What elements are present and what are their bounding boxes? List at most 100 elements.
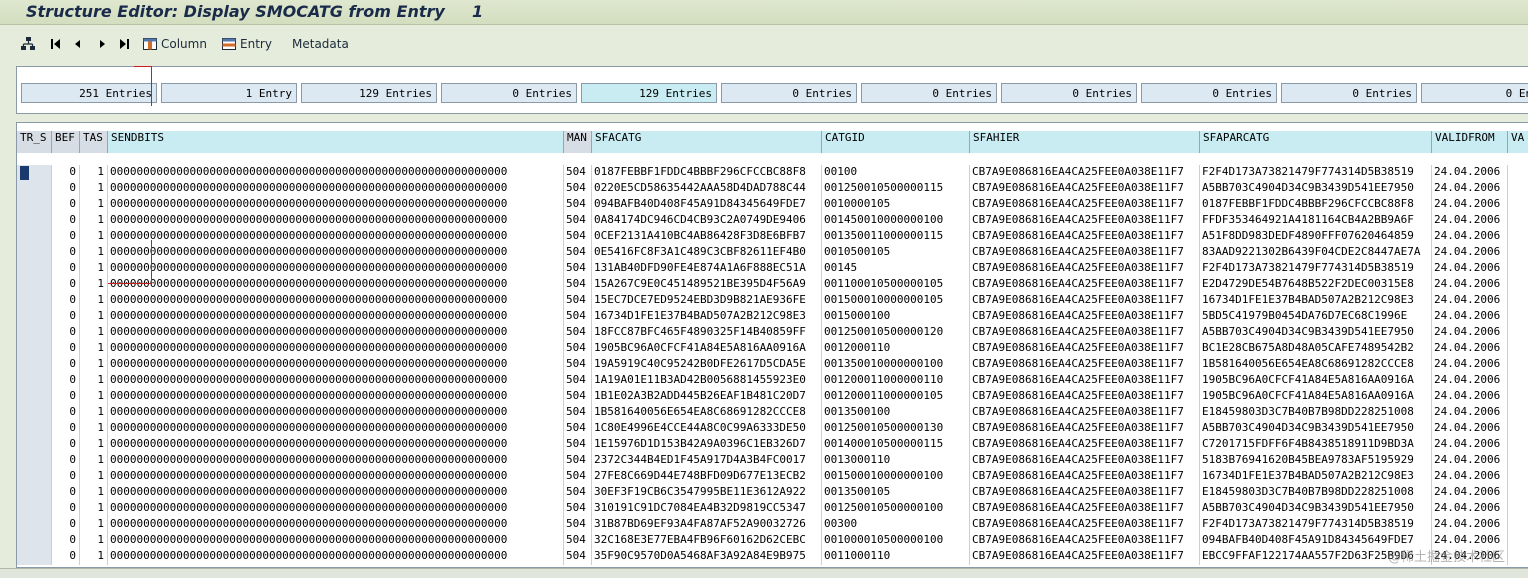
sfaparcatg-cell: A5BB703C4904D34C9B3439D541EE7950 [1200,181,1432,197]
column-button[interactable]: Column [142,34,207,54]
entry-count-cell[interactable]: 0 Entries [721,83,857,103]
row-selector[interactable] [17,405,52,421]
row-selector[interactable] [17,373,52,389]
hierarchy-icon [21,37,35,50]
row-selector[interactable] [17,309,52,325]
sfacatg-cell: 1E15976D1D153B42A9A0396C1EB326D7 [592,437,822,453]
table-row[interactable]: 0 1 00000000000000000000000000000000000000… [17,453,1528,469]
column-header[interactable]: SFAPARCATG [1200,131,1432,153]
entry-count-cell[interactable]: 0 Entries [1281,83,1417,103]
table-row[interactable]: 0 1 00000000000000000000000000000000000000… [17,389,1528,405]
column-header[interactable]: SFACATG [592,131,822,153]
table-row[interactable]: 0 1 00000000000000000000000000000000000000… [17,373,1528,389]
sfaparcatg-cell: 1905BC96A0CFCF41A84E5A816AA0916A [1200,373,1432,389]
table-row[interactable]: 0 1 00000000000000000000000000000000000000… [17,501,1528,517]
sendbits-cell: 0000000000000000000000000000000000000000… [108,501,564,517]
catgid-cell: 001250010500000100 [822,501,970,517]
column-header[interactable]: TAS [80,131,108,153]
row-selector[interactable] [17,549,52,565]
column-header[interactable]: SENDBITS [108,131,564,153]
sfaparcatg-cell: F2F4D173A73821479F774314D5B38519 [1200,261,1432,277]
sendbits-cell: 0000000000000000000000000000000000000000… [108,165,564,181]
row-selector[interactable] [17,165,52,181]
sfaparcatg-cell: E18459803D3C7B40B7B98DD228251008 [1200,405,1432,421]
row-selector[interactable] [17,293,52,309]
metadata-button[interactable]: Metadata [292,34,349,54]
table-row[interactable]: 0 1 00000000000000000000000000000000000000… [17,533,1528,549]
tas-cell: 1 [80,261,108,277]
table-row[interactable]: 0 1 00000000000000000000000000000000000000… [17,229,1528,245]
table-row[interactable]: 0 1 00000000000000000000000000000000000000… [17,293,1528,309]
table-row[interactable]: 0 1 00000000000000000000000000000000000000… [17,165,1528,181]
row-selector[interactable] [17,485,52,501]
table-row[interactable]: 0 1 00000000000000000000000000000000000000… [17,277,1528,293]
row-selector[interactable] [17,533,52,549]
row-selector[interactable] [17,357,52,373]
row-selector[interactable] [17,389,52,405]
table-row[interactable]: 0 1 00000000000000000000000000000000000000… [17,341,1528,357]
row-selector[interactable] [17,453,52,469]
table-row[interactable]: 0 1 00000000000000000000000000000000000000… [17,245,1528,261]
row-selector[interactable] [17,325,52,341]
row-selector[interactable] [17,501,52,517]
entry-count-cell[interactable]: 0 Entries [1141,83,1277,103]
entry-count-cell[interactable]: 129 Entries [581,83,717,103]
entry-count-cell[interactable]: 0 Entries [441,83,577,103]
row-selector[interactable] [17,437,52,453]
table-row[interactable]: 0 1 00000000000000000000000000000000000000… [17,469,1528,485]
va-cell [1508,453,1528,469]
entry-count-cell[interactable]: 1 Entry [161,83,297,103]
column-header[interactable]: CATGID [822,131,970,153]
column-header[interactable]: TR_S [17,131,52,153]
row-selector[interactable] [17,197,52,213]
table-row[interactable]: 0 1 00000000000000000000000000000000000000… [17,357,1528,373]
row-selector[interactable] [17,517,52,533]
last-entry-button[interactable] [116,34,132,54]
row-selector[interactable] [17,469,52,485]
hierarchy-button[interactable] [20,34,36,54]
table-row[interactable]: 0 1 00000000000000000000000000000000000000… [17,437,1528,453]
bef-cell: 0 [52,181,80,197]
column-header[interactable]: MAN [564,131,592,153]
table-row[interactable]: 0 1 00000000000000000000000000000000000000… [17,421,1528,437]
table-row[interactable]: 0 1 00000000000000000000000000000000000000… [17,517,1528,533]
data-grid: TR_S BEF TAS SENDBITS MAN SFACATG CATGID SFAHIE… [16,122,1528,568]
next-entry-button[interactable] [94,34,110,54]
first-entry-button[interactable] [48,34,64,54]
row-selector[interactable] [17,421,52,437]
entry-count-cell[interactable]: 0 Entries [861,83,997,103]
column-header[interactable]: SFAHIER [970,131,1200,153]
row-selector[interactable] [17,181,52,197]
catgid-cell: 0013500105 [822,485,970,501]
sendbits-cell: 0000000000000000000000000000000000000000… [108,389,564,405]
entry-count-cell[interactable]: 251 Entries [21,83,157,103]
row-selector[interactable] [17,277,52,293]
column-header[interactable]: VALIDFROM [1432,131,1508,153]
table-row[interactable]: 0 1 00000000000000000000000000000000000000… [17,213,1528,229]
entry-button[interactable]: Entry [221,34,272,54]
sfacatg-cell: 1A19A01E11B3AD42B0056881455923E0 [592,373,822,389]
previous-entry-button[interactable] [70,34,86,54]
table-row[interactable]: 0 1 00000000000000000000000000000000000000… [17,309,1528,325]
row-selector[interactable] [17,213,52,229]
table-row[interactable]: 0 1 00000000000000000000000000000000000000… [17,549,1528,565]
column-header[interactable]: VA [1508,131,1528,153]
entry-count-cell[interactable]: 0 Entries [1001,83,1137,103]
entry-count-cell[interactable]: 0 Entri [1421,83,1528,103]
table-row[interactable]: 0 1 00000000000000000000000000000000000000… [17,261,1528,277]
row-selector[interactable] [17,341,52,357]
row-selector[interactable] [17,245,52,261]
entry-count-cell[interactable]: 129 Entries [301,83,437,103]
row-selector[interactable] [17,229,52,245]
last-icon [120,39,129,49]
row-selector[interactable] [17,261,52,277]
sfahier-cell: CB7A9E086816EA4CA25FEE0A038E11F7 [970,325,1200,341]
table-row[interactable]: 0 1 00000000000000000000000000000000000000… [17,181,1528,197]
sfahier-cell: CB7A9E086816EA4CA25FEE0A038E11F7 [970,261,1200,277]
table-row[interactable]: 0 1 00000000000000000000000000000000000000… [17,325,1528,341]
table-row[interactable]: 0 1 00000000000000000000000000000000000000… [17,405,1528,421]
man-cell: 504 [564,277,592,293]
column-header[interactable]: BEF [52,131,80,153]
table-row[interactable]: 0 1 00000000000000000000000000000000000000… [17,197,1528,213]
table-row[interactable]: 0 1 00000000000000000000000000000000000000… [17,485,1528,501]
